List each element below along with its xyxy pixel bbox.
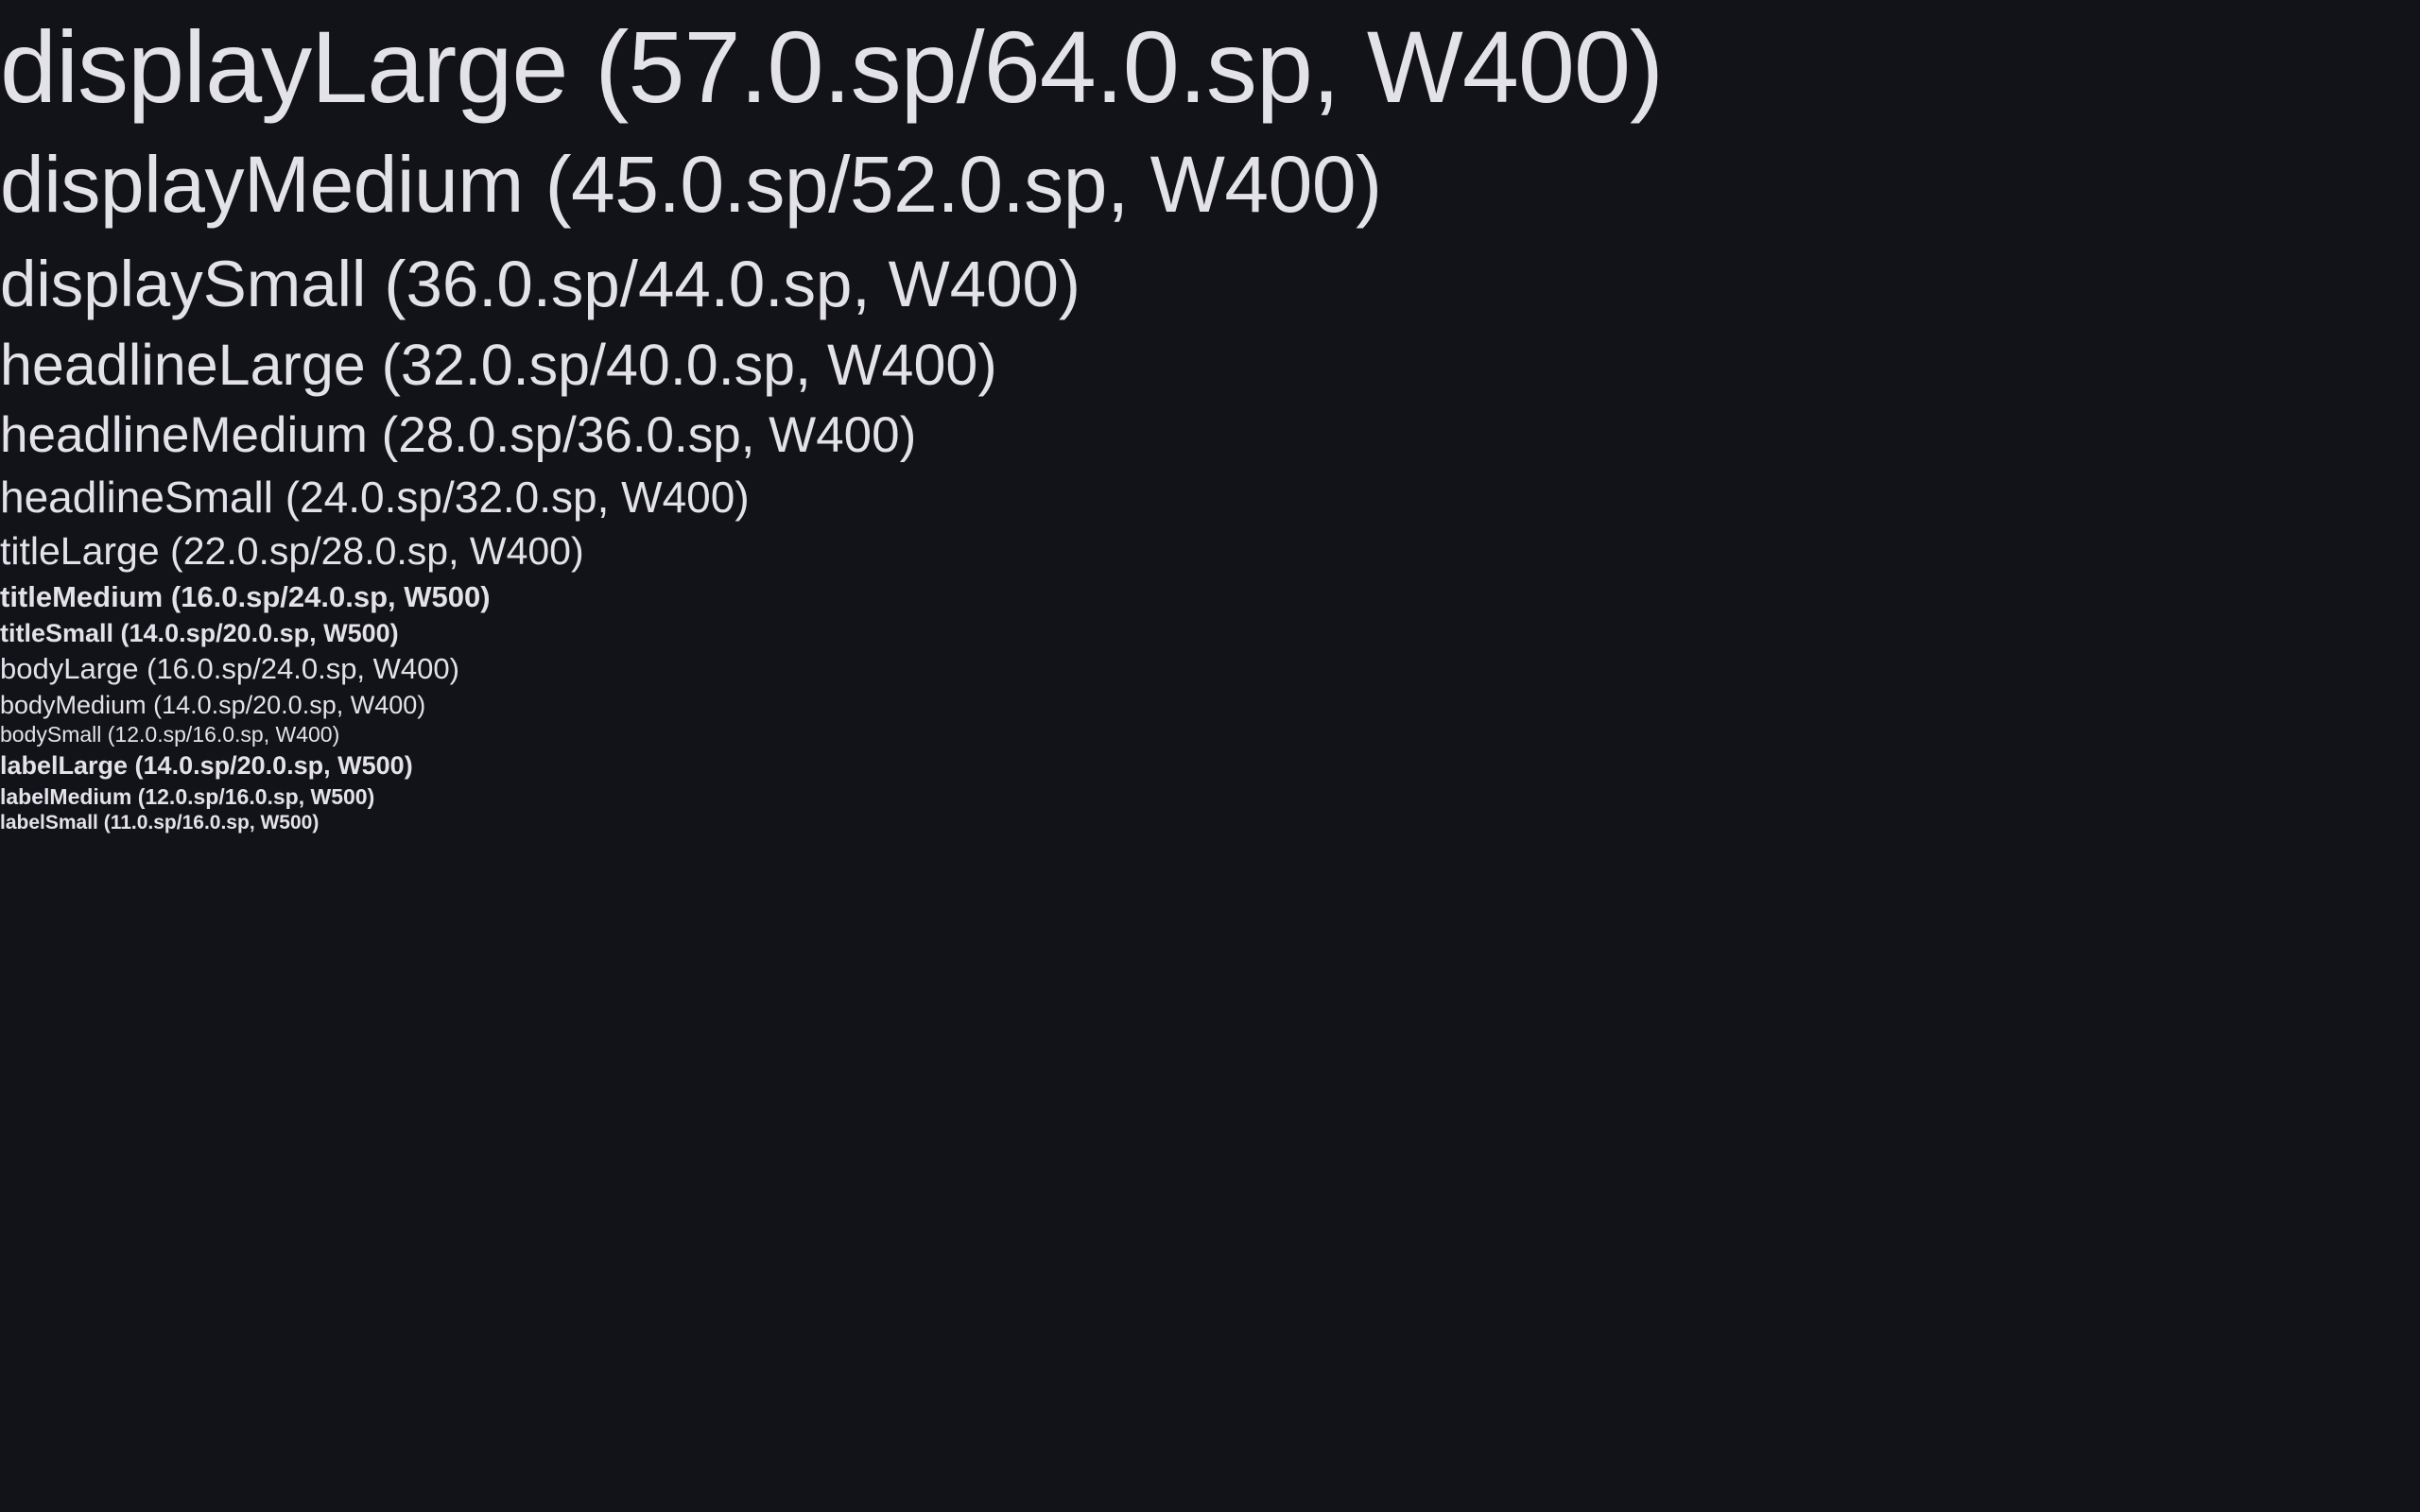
typography-headline-large: headlineLarge (32.0.sp/40.0.sp, W400) (0, 333, 997, 397)
typography-label-large: labelLarge (14.0.sp/20.0.sp, W500) (0, 751, 413, 780)
typography-headline-medium: headlineMedium (28.0.sp/36.0.sp, W400) (0, 407, 917, 463)
typography-body-small: bodySmall (12.0.sp/16.0.sp, W400) (0, 722, 340, 747)
typography-title-large: titleLarge (22.0.sp/28.0.sp, W400) (0, 529, 584, 573)
typography-body-large: bodyLarge (16.0.sp/24.0.sp, W400) (0, 652, 459, 685)
typography-sample-list: displayLarge (57.0.sp/64.0.sp, W400) dis… (0, 0, 2420, 1512)
typography-headline-small: headlineSmall (24.0.sp/32.0.sp, W400) (0, 472, 750, 522)
typography-label-medium: labelMedium (12.0.sp/16.0.sp, W500) (0, 784, 375, 809)
typography-display-large: displayLarge (57.0.sp/64.0.sp, W400) (0, 9, 1664, 124)
typography-label-small: labelSmall (11.0.sp/16.0.sp, W500) (0, 812, 320, 833)
typography-title-medium: titleMedium (16.0.sp/24.0.sp, W500) (0, 580, 491, 613)
typography-body-medium: bodyMedium (14.0.sp/20.0.sp, W400) (0, 691, 426, 719)
typography-display-small: displaySmall (36.0.sp/44.0.sp, W400) (0, 248, 1080, 320)
typography-display-medium: displayMedium (45.0.sp/52.0.sp, W400) (0, 140, 1382, 229)
typography-title-small: titleSmall (14.0.sp/20.0.sp, W500) (0, 619, 399, 647)
